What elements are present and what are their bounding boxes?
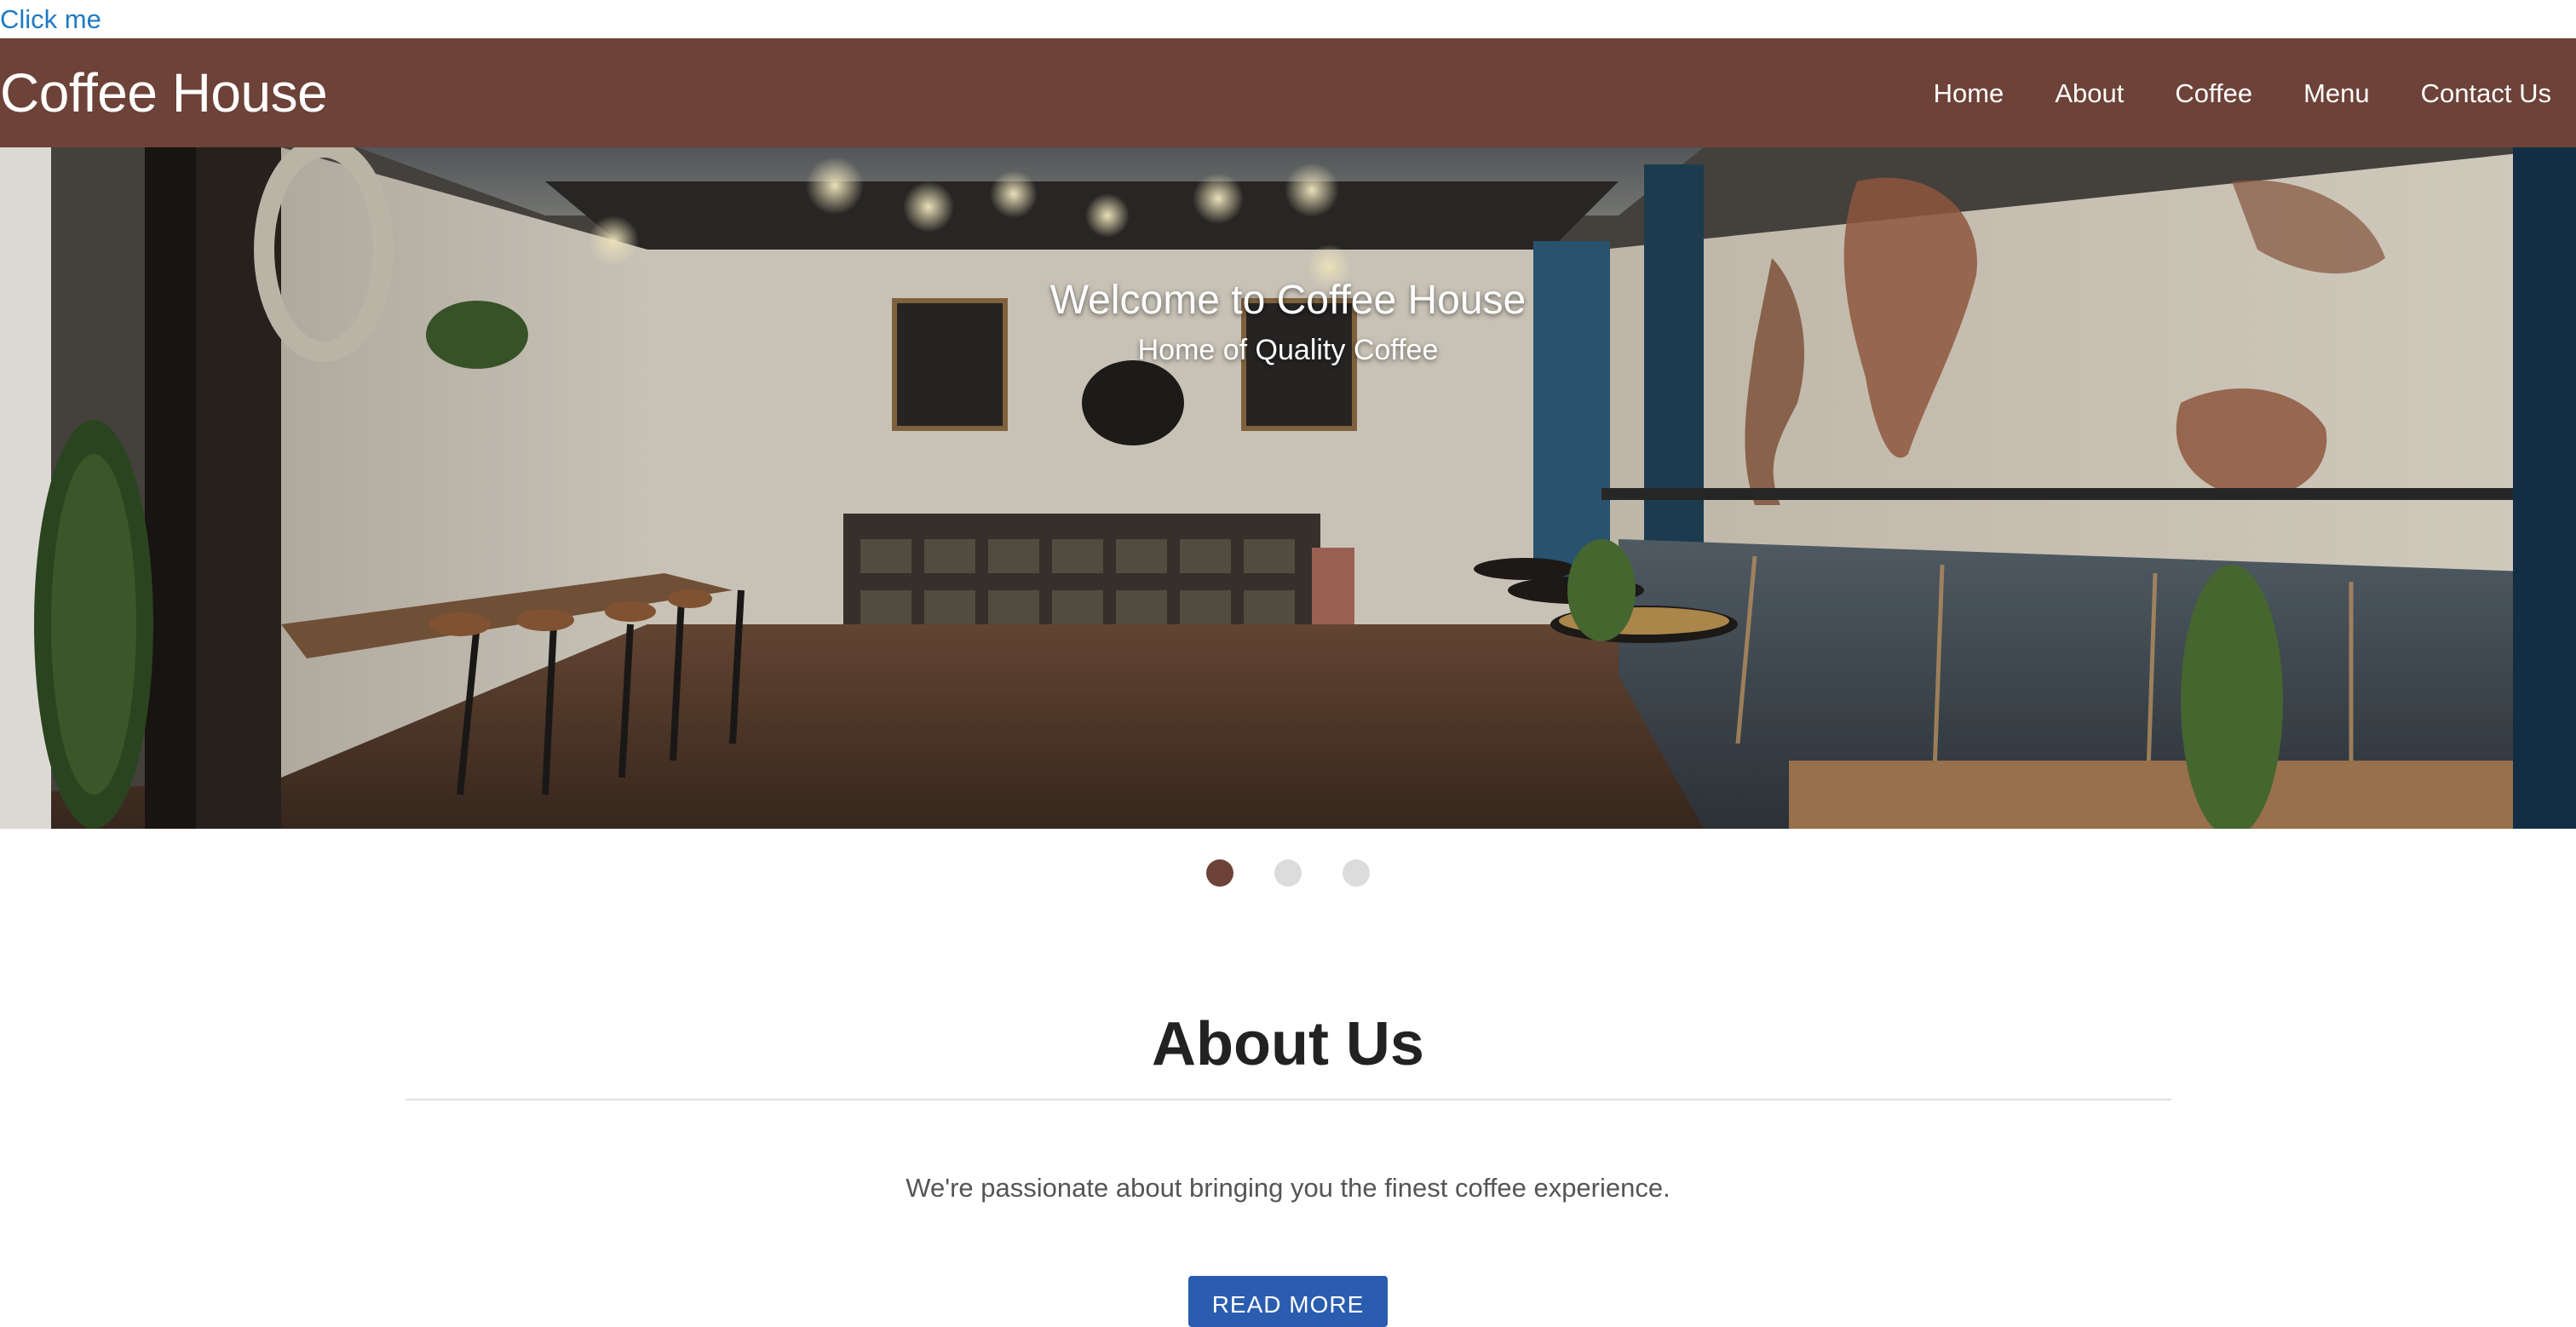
carousel-indicator-2[interactable] bbox=[1274, 859, 1302, 887]
carousel-indicator-1[interactable] bbox=[1206, 859, 1233, 887]
click-me-link[interactable]: Click me bbox=[0, 3, 101, 36]
carousel-indicator-3[interactable] bbox=[1343, 859, 1370, 887]
navbar: Coffee House Home About Coffee Menu Cont… bbox=[0, 38, 2576, 147]
brand-logo[interactable]: Coffee House bbox=[0, 66, 328, 120]
nav-link-contact-us[interactable]: Contact Us bbox=[2421, 80, 2551, 106]
hero-title: Welcome to Coffee House bbox=[1049, 278, 1527, 323]
hero-image bbox=[0, 147, 2576, 829]
about-title: About Us bbox=[1152, 1010, 1424, 1078]
nav-link-coffee[interactable]: Coffee bbox=[2175, 80, 2252, 106]
hero-caption: Welcome to Coffee House Home of Quality … bbox=[0, 275, 2576, 371]
nav-link-menu[interactable]: Menu bbox=[2303, 80, 2370, 106]
nav-link-about[interactable]: About bbox=[2055, 80, 2124, 106]
nav-links: Home About Coffee Menu Contact Us bbox=[1883, 38, 2576, 147]
section-divider bbox=[405, 1099, 2171, 1100]
carousel-indicators bbox=[0, 859, 2576, 887]
hero-subtitle: Home of Quality Coffee bbox=[1137, 334, 1439, 366]
hero-carousel[interactable]: Welcome to Coffee House Home of Quality … bbox=[0, 147, 2576, 829]
read-more-button[interactable]: READ MORE bbox=[1188, 1276, 1388, 1327]
about-description: We're passionate about bringing you the … bbox=[906, 1173, 1670, 1203]
nav-link-home[interactable]: Home bbox=[1934, 80, 2004, 106]
